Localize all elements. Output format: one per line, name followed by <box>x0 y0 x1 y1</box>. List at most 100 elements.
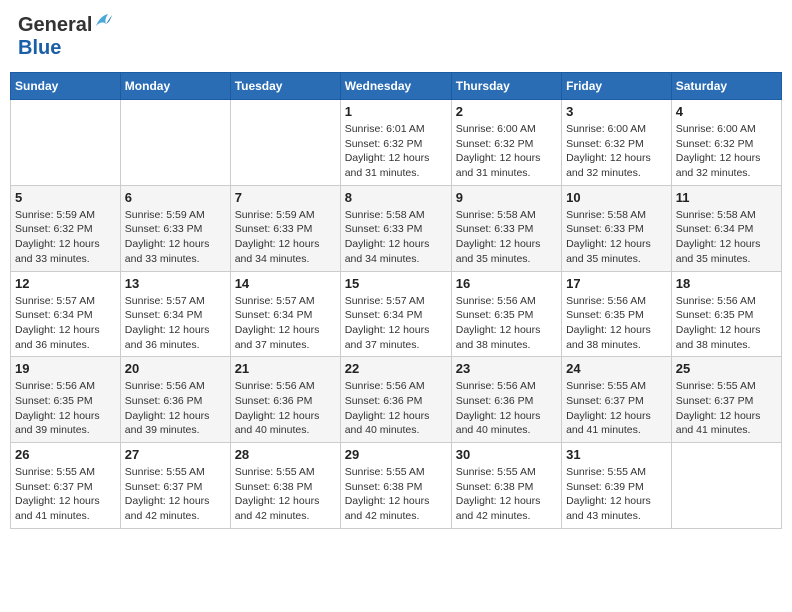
calendar-cell: 31 Sunrise: 5:55 AMSunset: 6:39 PMDayligh… <box>562 443 672 529</box>
day-number: 23 <box>456 361 557 376</box>
calendar-week-row: 26 Sunrise: 5:55 AMSunset: 6:37 PMDayligh… <box>11 443 782 529</box>
calendar-cell: 3 Sunrise: 6:00 AMSunset: 6:32 PMDaylight… <box>562 100 672 186</box>
calendar-cell: 29 Sunrise: 5:55 AMSunset: 6:38 PMDayligh… <box>340 443 451 529</box>
weekday-header: Thursday <box>451 73 561 100</box>
calendar-cell: 11 Sunrise: 5:58 AMSunset: 6:34 PMDayligh… <box>671 185 781 271</box>
day-number: 11 <box>676 190 777 205</box>
day-info: Sunrise: 5:55 AMSunset: 6:38 PMDaylight:… <box>235 465 336 524</box>
calendar-cell: 19 Sunrise: 5:56 AMSunset: 6:35 PMDayligh… <box>11 357 121 443</box>
day-number: 24 <box>566 361 667 376</box>
day-number: 29 <box>345 447 447 462</box>
calendar-cell: 21 Sunrise: 5:56 AMSunset: 6:36 PMDayligh… <box>230 357 340 443</box>
calendar-cell: 13 Sunrise: 5:57 AMSunset: 6:34 PMDayligh… <box>120 271 230 357</box>
day-number: 20 <box>125 361 226 376</box>
calendar-cell <box>671 443 781 529</box>
day-number: 14 <box>235 276 336 291</box>
day-number: 12 <box>15 276 116 291</box>
day-info: Sunrise: 5:55 AMSunset: 6:39 PMDaylight:… <box>566 465 667 524</box>
calendar-cell <box>11 100 121 186</box>
calendar-week-row: 5Sunrise: 5:59 AMSunset: 6:32 PMDaylight… <box>11 185 782 271</box>
calendar-cell: 6 Sunrise: 5:59 AMSunset: 6:33 PMDaylight… <box>120 185 230 271</box>
day-info: Sunrise: 5:55 AMSunset: 6:37 PMDaylight:… <box>566 379 667 438</box>
calendar-cell: 8Sunrise: 5:58 AMSunset: 6:33 PMDaylight… <box>340 185 451 271</box>
day-number: 28 <box>235 447 336 462</box>
day-info: Sunrise: 5:55 AMSunset: 6:38 PMDaylight:… <box>456 465 557 524</box>
day-info: Sunrise: 5:56 AMSunset: 6:36 PMDaylight:… <box>125 379 226 438</box>
weekday-header: Monday <box>120 73 230 100</box>
day-info: Sunrise: 5:55 AMSunset: 6:38 PMDaylight:… <box>345 465 447 524</box>
day-info: Sunrise: 5:57 AMSunset: 6:34 PMDaylight:… <box>125 294 226 353</box>
calendar-cell: 28 Sunrise: 5:55 AMSunset: 6:38 PMDayligh… <box>230 443 340 529</box>
day-info: Sunrise: 5:56 AMSunset: 6:36 PMDaylight:… <box>345 379 447 438</box>
calendar-cell: 18Sunrise: 5:56 AMSunset: 6:35 PMDayligh… <box>671 271 781 357</box>
day-number: 31 <box>566 447 667 462</box>
calendar-cell <box>230 100 340 186</box>
day-info: Sunrise: 5:55 AMSunset: 6:37 PMDaylight:… <box>15 465 116 524</box>
weekday-header: Friday <box>562 73 672 100</box>
day-number: 10 <box>566 190 667 205</box>
day-number: 1 <box>345 104 447 119</box>
day-info: Sunrise: 5:57 AMSunset: 6:34 PMDaylight:… <box>345 294 447 353</box>
calendar-week-row: 12 Sunrise: 5:57 AMSunset: 6:34 PMDayligh… <box>11 271 782 357</box>
day-number: 4 <box>676 104 777 119</box>
calendar-cell: 7 Sunrise: 5:59 AMSunset: 6:33 PMDaylight… <box>230 185 340 271</box>
weekday-header: Wednesday <box>340 73 451 100</box>
calendar-cell: 12 Sunrise: 5:57 AMSunset: 6:34 PMDayligh… <box>11 271 121 357</box>
logo: General Blue <box>18 14 114 60</box>
day-info: Sunrise: 5:57 AMSunset: 6:34 PMDaylight:… <box>15 294 116 353</box>
day-info: Sunrise: 5:56 AMSunset: 6:35 PMDaylight:… <box>676 294 777 353</box>
day-info: Sunrise: 5:56 AMSunset: 6:36 PMDaylight:… <box>235 379 336 438</box>
day-info: Sunrise: 5:56 AMSunset: 6:35 PMDaylight:… <box>15 379 116 438</box>
day-number: 13 <box>125 276 226 291</box>
day-number: 3 <box>566 104 667 119</box>
day-info: Sunrise: 5:55 AMSunset: 6:37 PMDaylight:… <box>125 465 226 524</box>
day-info: Sunrise: 5:58 AMSunset: 6:33 PMDaylight:… <box>566 208 667 267</box>
calendar-cell: 20 Sunrise: 5:56 AMSunset: 6:36 PMDayligh… <box>120 357 230 443</box>
day-info: Sunrise: 6:00 AMSunset: 6:32 PMDaylight:… <box>566 122 667 181</box>
calendar-cell: 22 Sunrise: 5:56 AMSunset: 6:36 PMDayligh… <box>340 357 451 443</box>
day-info: Sunrise: 5:56 AMSunset: 6:36 PMDaylight:… <box>456 379 557 438</box>
day-number: 9 <box>456 190 557 205</box>
day-number: 27 <box>125 447 226 462</box>
day-info: Sunrise: 5:55 AMSunset: 6:37 PMDaylight:… <box>676 379 777 438</box>
day-info: Sunrise: 6:00 AMSunset: 6:32 PMDaylight:… <box>456 122 557 181</box>
calendar-cell: 15Sunrise: 5:57 AMSunset: 6:34 PMDayligh… <box>340 271 451 357</box>
day-info: Sunrise: 5:59 AMSunset: 6:33 PMDaylight:… <box>125 208 226 267</box>
day-info: Sunrise: 6:01 AMSunset: 6:32 PMDaylight:… <box>345 122 447 181</box>
calendar-cell: 24 Sunrise: 5:55 AMSunset: 6:37 PMDayligh… <box>562 357 672 443</box>
day-info: Sunrise: 5:56 AMSunset: 6:35 PMDaylight:… <box>566 294 667 353</box>
calendar-cell: 4 Sunrise: 6:00 AMSunset: 6:32 PMDaylight… <box>671 100 781 186</box>
day-info: Sunrise: 5:58 AMSunset: 6:34 PMDaylight:… <box>676 208 777 267</box>
day-info: Sunrise: 5:57 AMSunset: 6:34 PMDaylight:… <box>235 294 336 353</box>
day-info: Sunrise: 5:58 AMSunset: 6:33 PMDaylight:… <box>456 208 557 267</box>
logo-bird-icon <box>94 12 114 30</box>
day-info: Sunrise: 5:59 AMSunset: 6:33 PMDaylight:… <box>235 208 336 267</box>
logo-blue: Blue <box>18 37 61 59</box>
day-number: 2 <box>456 104 557 119</box>
page-header: General Blue <box>10 10 782 64</box>
weekday-header: Saturday <box>671 73 781 100</box>
day-number: 21 <box>235 361 336 376</box>
day-number: 5 <box>15 190 116 205</box>
calendar-cell: 2 Sunrise: 6:00 AMSunset: 6:32 PMDaylight… <box>451 100 561 186</box>
day-info: Sunrise: 5:56 AMSunset: 6:35 PMDaylight:… <box>456 294 557 353</box>
calendar-cell: 30 Sunrise: 5:55 AMSunset: 6:38 PMDayligh… <box>451 443 561 529</box>
calendar-cell: 16Sunrise: 5:56 AMSunset: 6:35 PMDayligh… <box>451 271 561 357</box>
calendar-week-row: 1 Sunrise: 6:01 AMSunset: 6:32 PMDaylight… <box>11 100 782 186</box>
logo-general: General <box>18 14 92 37</box>
day-number: 30 <box>456 447 557 462</box>
day-number: 19 <box>15 361 116 376</box>
day-number: 6 <box>125 190 226 205</box>
calendar-cell <box>120 100 230 186</box>
calendar-cell: 26 Sunrise: 5:55 AMSunset: 6:37 PMDayligh… <box>11 443 121 529</box>
calendar-cell: 17Sunrise: 5:56 AMSunset: 6:35 PMDayligh… <box>562 271 672 357</box>
calendar-cell: 14 Sunrise: 5:57 AMSunset: 6:34 PMDayligh… <box>230 271 340 357</box>
day-info: Sunrise: 6:00 AMSunset: 6:32 PMDaylight:… <box>676 122 777 181</box>
day-number: 26 <box>15 447 116 462</box>
calendar-table: SundayMondayTuesdayWednesdayThursdayFrid… <box>10 72 782 529</box>
day-number: 25 <box>676 361 777 376</box>
day-number: 22 <box>345 361 447 376</box>
day-number: 7 <box>235 190 336 205</box>
calendar-cell: 5Sunrise: 5:59 AMSunset: 6:32 PMDaylight… <box>11 185 121 271</box>
day-info: Sunrise: 5:58 AMSunset: 6:33 PMDaylight:… <box>345 208 447 267</box>
